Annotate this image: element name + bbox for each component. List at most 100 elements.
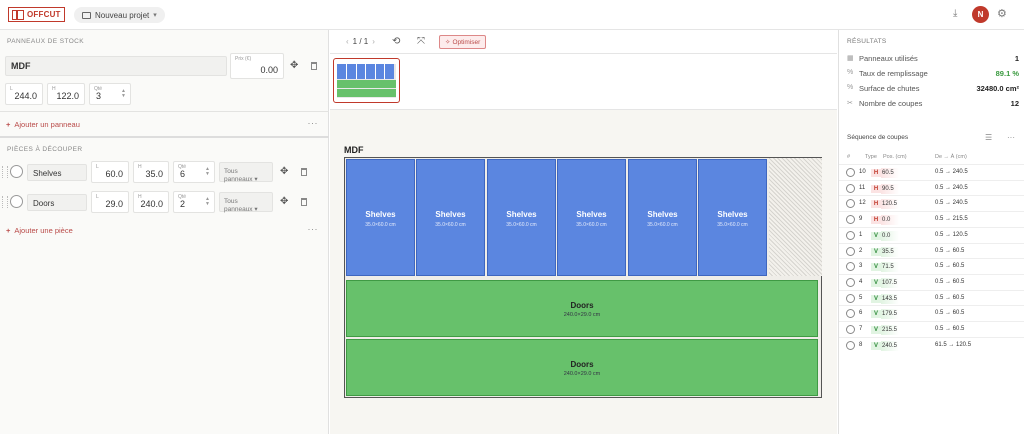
results-title: RÉSULTATS: [847, 38, 887, 45]
cut-number: 9: [859, 216, 863, 223]
add-piece-link[interactable]: + Ajouter une pièce: [6, 226, 73, 235]
table-row[interactable]: 1 V 0.0 0.5 → 120.5: [839, 226, 1024, 243]
cut-select-radio[interactable]: [846, 183, 855, 193]
cut-position: 71.5: [881, 262, 899, 273]
piece-dimensions: 35.0×60.0 cm: [435, 222, 466, 228]
piece-length-field[interactable]: L 29.0: [91, 191, 129, 213]
table-row[interactable]: 12 H 120.5 0.5 → 240.5: [839, 195, 1024, 211]
board-thumbnail[interactable]: [333, 58, 400, 103]
next-page-icon[interactable]: ›: [372, 37, 375, 46]
stat-panels-used: ▦ Panneaux utilisés 1: [847, 53, 1019, 65]
piece-shelf[interactable]: Shelves 35.0×60.0 cm: [628, 159, 697, 276]
piece-shelf[interactable]: Shelves 35.0×60.0 cm: [698, 159, 767, 276]
piece-name-input[interactable]: Shelves: [27, 164, 87, 181]
piece-label: Shelves: [365, 210, 396, 219]
stock-length-field[interactable]: L 244.0: [5, 83, 43, 105]
table-row[interactable]: 9 H 0.0 0.5 → 215.5: [839, 211, 1024, 227]
piece-shelf[interactable]: Shelves 35.0×60.0 cm: [487, 159, 556, 276]
more-icon[interactable]: ···: [1007, 133, 1015, 142]
trash-icon[interactable]: [301, 198, 307, 206]
length-label: L: [10, 86, 13, 92]
piece-height-field[interactable]: H 240.0: [133, 191, 169, 213]
trash-icon[interactable]: [301, 168, 307, 176]
cut-range: 61.5 → 120.5: [935, 341, 972, 348]
add-panel-link[interactable]: + Ajouter un panneau: [6, 120, 80, 129]
move-icon[interactable]: ✥: [290, 60, 298, 71]
canvas-area: ‹ 1 / 1 › ⟲ ⤧ ✧ Optimiser MDF Shelves 35…: [330, 30, 837, 434]
avatar[interactable]: N: [972, 6, 989, 23]
cut-select-radio[interactable]: [846, 230, 855, 240]
move-icon[interactable]: ✥: [280, 166, 288, 177]
download-icon[interactable]: ⤓: [953, 9, 963, 19]
piece-select-radio[interactable]: [10, 165, 23, 178]
piece-qty-stepper[interactable]: Qté 2 ▲ ▼: [173, 191, 215, 213]
fit-screen-icon[interactable]: ⤧: [417, 36, 425, 47]
panel-select[interactable]: Tous panneaux ▾: [219, 192, 273, 213]
piece-height-field[interactable]: H 35.0: [133, 161, 169, 183]
piece-door[interactable]: Doors 240.0×29.0 cm: [346, 280, 818, 337]
cut-select-radio[interactable]: [846, 277, 855, 287]
height-label: H: [52, 86, 56, 92]
table-row[interactable]: 8 V 240.5 61.5 → 120.5: [839, 336, 1024, 353]
table-row[interactable]: 4 V 107.5 0.5 → 60.5: [839, 273, 1024, 290]
piece-shelf[interactable]: Shelves 35.0×60.0 cm: [416, 159, 485, 276]
cut-select-radio[interactable]: [846, 262, 855, 272]
list-view-icon[interactable]: ☰: [985, 133, 992, 142]
prev-page-icon[interactable]: ‹: [346, 37, 349, 46]
cut-select-radio[interactable]: [846, 246, 855, 256]
cut-select-radio[interactable]: [846, 168, 855, 177]
stepper-arrows-icon[interactable]: ▲ ▼: [205, 197, 210, 207]
cut-type-badge: H: [871, 200, 881, 209]
qty-value: 2: [180, 199, 186, 209]
piece-shelf[interactable]: Shelves 35.0×60.0 cm: [346, 159, 415, 276]
results-panel: RÉSULTATS ▦ Panneaux utilisés 1 % Taux d…: [838, 30, 1024, 434]
sparkle-icon: ✧: [445, 39, 451, 46]
cut-select-radio[interactable]: [846, 199, 855, 209]
percent-icon: %: [847, 69, 854, 76]
stock-height-field[interactable]: H 122.0: [47, 83, 85, 105]
stepper-arrows-icon[interactable]: ▲ ▼: [205, 167, 210, 177]
stepper-arrows-icon[interactable]: ▲ ▼: [121, 89, 126, 99]
app-logo[interactable]: OFFCUT: [8, 7, 65, 22]
piece-length-field[interactable]: L 60.0: [91, 161, 129, 183]
piece-select-radio[interactable]: [10, 195, 23, 208]
table-row[interactable]: 11 H 90.5 0.5 → 240.5: [839, 179, 1024, 196]
piece-name-input[interactable]: Doors: [27, 194, 87, 211]
cut-select-radio[interactable]: [846, 215, 855, 225]
more-icon[interactable]: ···: [308, 118, 319, 128]
trash-icon[interactable]: [311, 62, 317, 70]
piece-shelf[interactable]: Shelves 35.0×60.0 cm: [557, 159, 626, 276]
cut-select-radio[interactable]: [846, 340, 855, 350]
table-row[interactable]: 6 V 179.5 0.5 → 60.5: [839, 305, 1024, 321]
length-label: L: [96, 164, 99, 170]
table-row[interactable]: 10 H 60.5 0.5 → 240.5: [839, 164, 1024, 180]
piece-door[interactable]: Doors 240.0×29.0 cm: [346, 339, 818, 396]
drag-handle-icon[interactable]: [2, 196, 8, 208]
panel-select[interactable]: Tous panneaux ▾: [219, 162, 273, 183]
stock-name-input[interactable]: MDF: [5, 56, 227, 76]
reset-view-icon[interactable]: ⟲: [392, 36, 400, 47]
sequence-title: Séquence de coupes: [847, 134, 909, 141]
cut-select-radio[interactable]: [846, 309, 855, 319]
piece-label: Doors: [570, 301, 594, 310]
optimize-button[interactable]: ✧ Optimiser: [439, 35, 487, 49]
project-selector[interactable]: Nouveau projet ▾: [74, 7, 165, 23]
piece-qty-stepper[interactable]: Qté 6 ▲ ▼: [173, 161, 215, 183]
more-icon[interactable]: ···: [308, 224, 319, 234]
plus-icon: +: [6, 120, 11, 129]
header-pos: Pos. (cm): [883, 154, 907, 160]
cut-select-radio[interactable]: [846, 325, 855, 334]
cut-range: 0.5 → 60.5: [935, 310, 965, 317]
cut-number: 4: [859, 278, 863, 285]
drag-handle-icon[interactable]: [2, 166, 8, 178]
optimize-label: Optimiser: [452, 38, 481, 46]
table-row[interactable]: 2 V 35.5 0.5 → 60.5: [839, 242, 1024, 259]
move-icon[interactable]: ✥: [280, 196, 288, 207]
table-row[interactable]: 5 V 143.5 0.5 → 60.5: [839, 289, 1024, 306]
table-row[interactable]: 7 V 215.5 0.5 → 60.5: [839, 321, 1024, 337]
table-row[interactable]: 3 V 71.5 0.5 → 60.5: [839, 258, 1024, 274]
cut-select-radio[interactable]: [846, 293, 855, 303]
gear-icon[interactable]: ⚙: [997, 8, 1007, 20]
stock-qty-stepper[interactable]: Qté 3 ▲ ▼: [89, 83, 131, 105]
price-field[interactable]: Prix (€) 0.00: [230, 53, 284, 79]
